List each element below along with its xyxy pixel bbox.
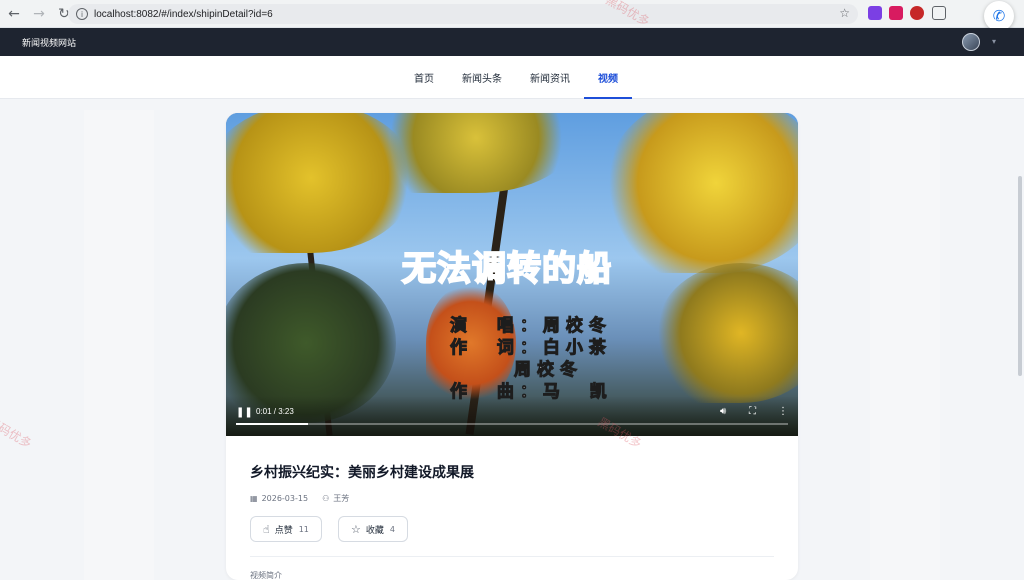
article-date: 2026-03-15 (261, 494, 309, 503)
like-button[interactable]: ☝ 点赞 11 (250, 516, 322, 542)
video-progress-fill (236, 423, 308, 425)
star-icon: ☆ (351, 522, 361, 536)
like-label: 点赞 (274, 525, 293, 536)
tab-home[interactable]: 首页 (400, 56, 448, 99)
tab-news[interactable]: 新闻资讯 (516, 56, 584, 99)
browser-toolbar: ← → ↻ i localhost:8082/#/index/shipinDet… (0, 0, 1024, 31)
video-player[interactable]: 无法调转的船 演 唱：周校冬 作 词：白小茶 周校冬 作 曲：马 凯 ❚❚ 0:… (226, 113, 798, 436)
right-gutter (870, 110, 940, 580)
favorite-button[interactable]: ☆ 收藏 4 (338, 516, 408, 542)
video-detail-card: 无法调转的船 演 唱：周校冬 作 词：白小茶 周校冬 作 曲：马 凯 ❚❚ 0:… (226, 113, 798, 580)
url-text: localhost:8082/#/index/shipinDetail?id=6 (94, 8, 273, 20)
left-gutter (84, 110, 154, 580)
page-scrollbar[interactable] (1018, 176, 1022, 376)
watermark: 黑码优多 (0, 414, 35, 451)
back-icon[interactable]: ← (3, 3, 25, 25)
more-options-icon[interactable]: ⋮ (778, 406, 788, 417)
avatar[interactable] (962, 33, 980, 51)
extension-download-icon[interactable] (889, 6, 903, 20)
video-time: 0:01 / 3:23 (256, 407, 294, 416)
site-header: 新闻视频网站 ▾ (0, 28, 1024, 56)
extension-red-icon[interactable] (910, 6, 924, 20)
pause-icon[interactable]: ❚❚ (236, 407, 253, 418)
forward-icon[interactable]: → (28, 3, 50, 25)
volume-icon[interactable]: 🔊︎ (720, 406, 726, 417)
thumbs-up-icon: ☝ (263, 522, 270, 536)
like-count: 11 (298, 524, 309, 534)
tab-headlines[interactable]: 新闻头条 (448, 56, 516, 99)
article-author: 王芳 (333, 494, 350, 503)
divider (250, 556, 774, 557)
section-heading: 视频简介 (250, 571, 282, 580)
video-song-title: 无法调转的船 (401, 248, 612, 290)
video-controls: ❚❚ 0:01 / 3:23 🔊︎ ⛶ ⋮ (226, 396, 798, 436)
fullscreen-icon[interactable]: ⛶ (749, 406, 756, 417)
address-bar[interactable]: i localhost:8082/#/index/shipinDetail?id… (68, 4, 858, 24)
extension-scissors-icon[interactable] (868, 6, 882, 20)
user-icon: ⚇ (322, 494, 330, 503)
phone-icon[interactable]: ✆ (984, 1, 1014, 31)
favorite-label: 收藏 (365, 525, 384, 536)
favorite-count: 4 (389, 524, 395, 534)
article-title: 乡村振兴纪实：美丽乡村建设成果展 (250, 465, 474, 481)
bookmark-star-icon[interactable]: ☆ (839, 6, 850, 20)
calendar-icon: ▦ (250, 494, 258, 503)
video-progress-bar[interactable] (236, 423, 788, 425)
chevron-down-icon[interactable]: ▾ (992, 37, 996, 46)
main-nav: 首页 新闻头条 新闻资讯 视频 (0, 56, 1024, 99)
site-brand[interactable]: 新闻视频网站 (22, 36, 76, 49)
site-info-icon[interactable]: i (76, 8, 88, 20)
article-meta: ▦ 2026-03-15 ⚇ 王芳 (250, 493, 353, 504)
tab-video[interactable]: 视频 (584, 56, 632, 99)
extensions-puzzle-icon[interactable] (932, 6, 946, 20)
